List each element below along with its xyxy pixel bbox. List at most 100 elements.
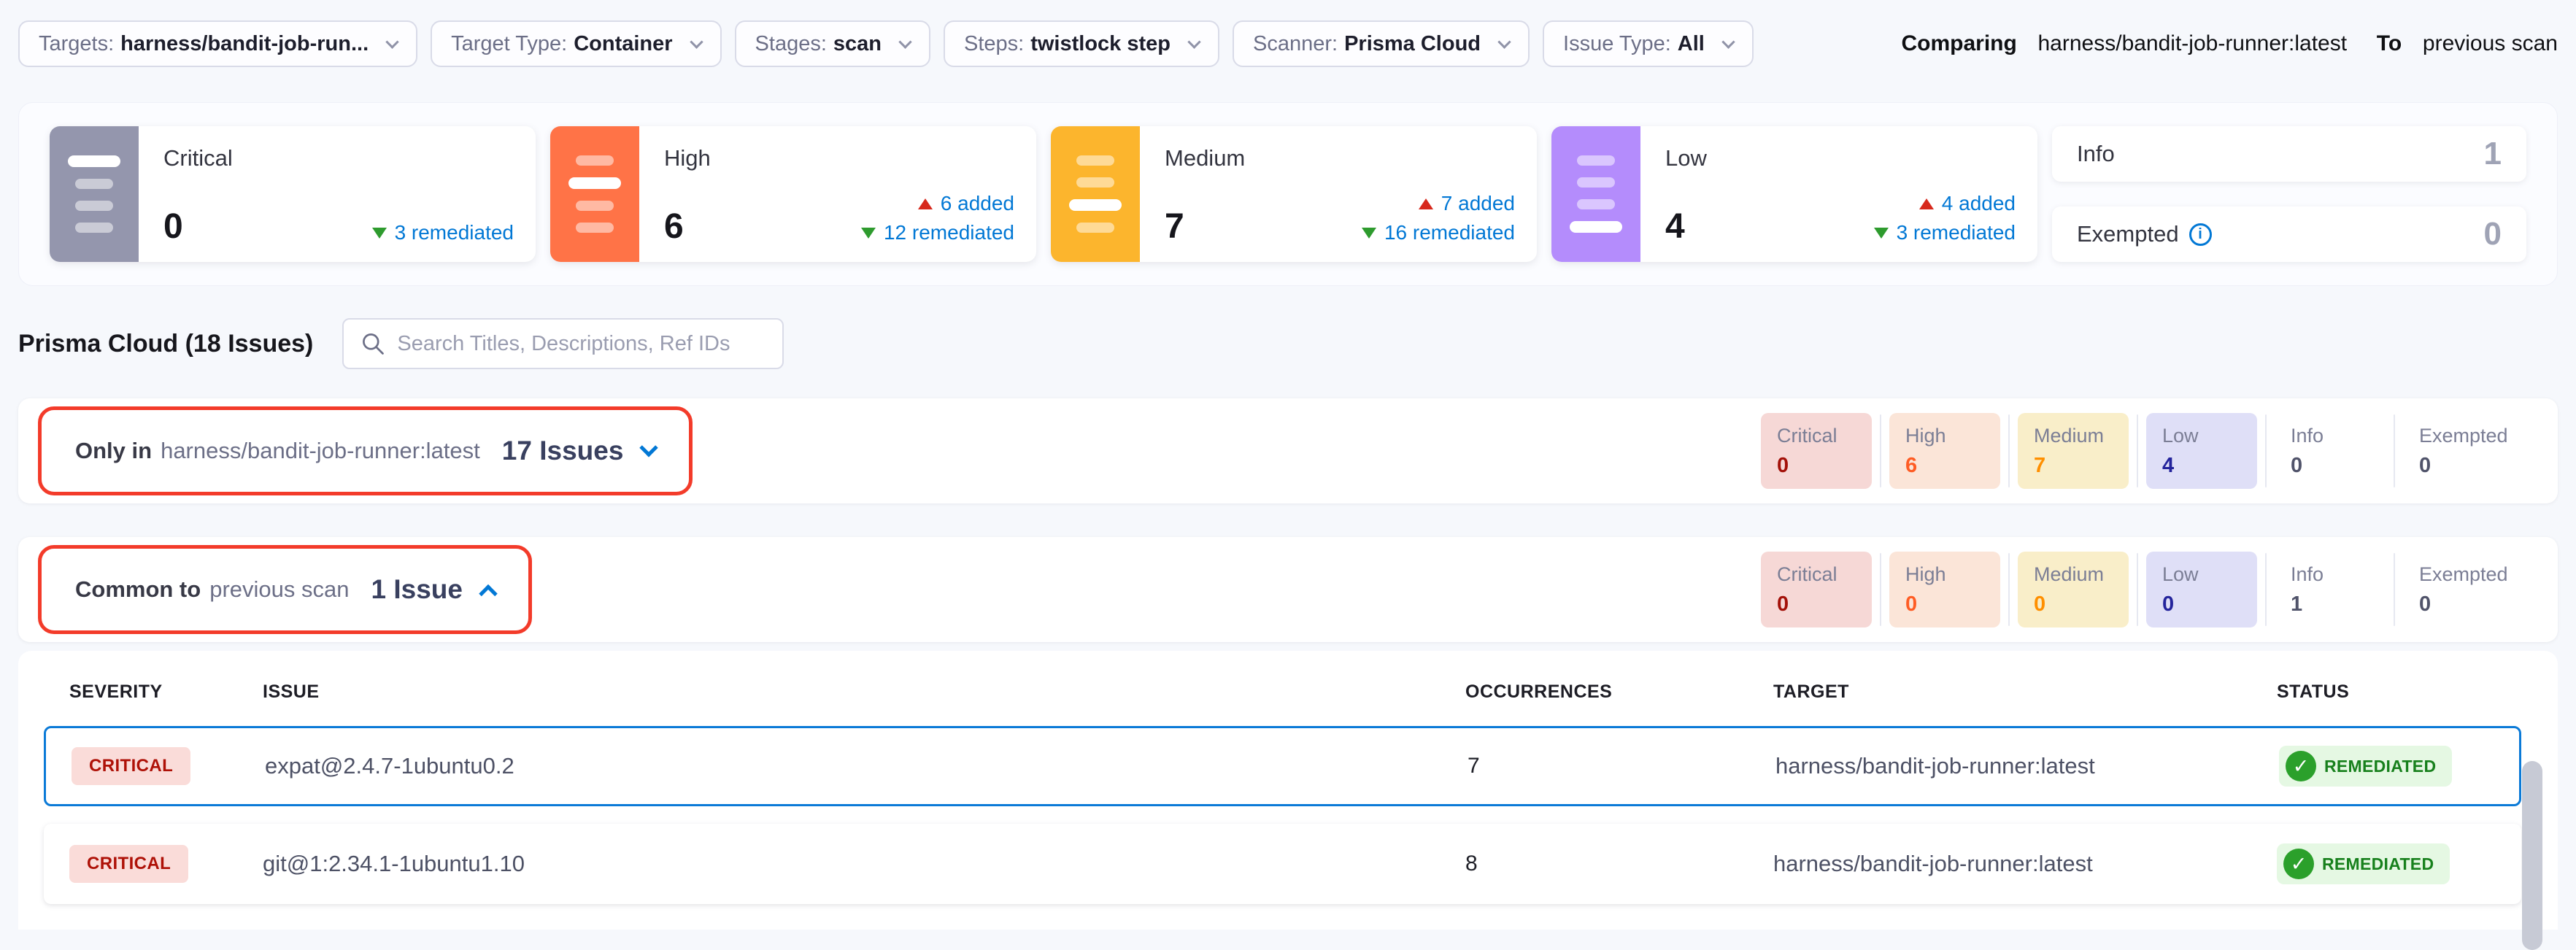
filter-label: Targets:	[39, 32, 114, 56]
col-occurrences: OCCURRENCES	[1465, 681, 1773, 703]
severity-bar	[75, 223, 113, 233]
comparing-summary: Comparing harness/bandit-job-runner:late…	[1901, 31, 2558, 56]
filter-target-type[interactable]: Target Type: Container	[431, 20, 721, 67]
divider	[2008, 553, 2010, 626]
info-exempted-column: Info 1 Exempted 0	[2052, 126, 2526, 262]
pill-low[interactable]: Low 0	[2146, 552, 2257, 627]
check-icon	[2283, 849, 2314, 879]
divider	[2008, 414, 2010, 487]
remediated-link[interactable]: 3 remediated	[372, 221, 514, 244]
severity-bar	[75, 201, 113, 211]
filter-targets[interactable]: Targets: harness/bandit-job-run...	[18, 20, 417, 67]
status-badge: REMEDIATED	[2279, 746, 2452, 787]
target-name: harness/bandit-job-runner:latest	[1773, 851, 2277, 877]
info-label: Info	[2077, 141, 2115, 167]
added-link[interactable]: 6 added	[918, 192, 1014, 215]
filter-label: Issue Type:	[1563, 32, 1671, 56]
divider	[2265, 553, 2267, 626]
severity-label: Medium	[1165, 145, 1515, 171]
exempted-label: Exempted	[2077, 221, 2179, 247]
filter-value: harness/bandit-job-run...	[120, 32, 369, 56]
vertical-scrollbar[interactable]	[2522, 761, 2542, 950]
filter-value: scan	[833, 32, 882, 56]
group-issue-count: 1 Issue	[371, 574, 462, 605]
severity-bar	[68, 155, 120, 167]
severity-bar	[1577, 177, 1615, 188]
added-link[interactable]: 7 added	[1419, 192, 1515, 215]
pill-high[interactable]: High 0	[1889, 552, 2000, 627]
severity-count: 0	[163, 209, 183, 244]
filter-chips: Targets: harness/bandit-job-run... Targe…	[18, 20, 1754, 67]
group-toggle-common-to[interactable]: Common to previous scan 1 Issue	[38, 545, 532, 634]
arrow-down-icon	[1362, 228, 1376, 239]
occurrences-count: 7	[1468, 754, 1775, 779]
added-link[interactable]: 4 added	[1919, 192, 2016, 215]
pill-exempted[interactable]: Exempted 0	[2403, 413, 2514, 489]
severity-label: Critical	[163, 145, 514, 171]
divider	[1880, 553, 1881, 626]
divider	[2137, 553, 2138, 626]
col-status: STATUS	[2277, 681, 2558, 703]
filter-stages[interactable]: Stages: scan	[735, 20, 930, 67]
group-prefix: Common to	[75, 576, 201, 603]
info-tooltip-icon[interactable]	[2189, 223, 2212, 246]
issue-name: expat@2.4.7-1ubuntu0.2	[265, 753, 1468, 779]
table-row[interactable]: CRITICAL git@1:2.34.1-1ubuntu1.10 8 harn…	[44, 824, 2521, 904]
table-header: SEVERITY ISSUE OCCURRENCES TARGET STATUS	[18, 651, 2558, 726]
chevron-down-icon	[1187, 35, 1200, 48]
remediated-link[interactable]: 16 remediated	[1362, 221, 1515, 244]
col-target: TARGET	[1773, 681, 2277, 703]
remediated-link[interactable]: 3 remediated	[1874, 221, 2016, 244]
comparing-label: Comparing	[1901, 31, 2016, 55]
pill-medium[interactable]: Medium 0	[2018, 552, 2129, 627]
pill-medium[interactable]: Medium 7	[2018, 413, 2129, 489]
table-row[interactable]: CRITICAL expat@2.4.7-1ubuntu0.2 7 harnes…	[44, 726, 2521, 806]
comparing-baseline: previous scan	[2423, 31, 2558, 55]
occurrences-count: 8	[1465, 851, 1773, 876]
status-badge: REMEDIATED	[2277, 843, 2450, 884]
filter-steps[interactable]: Steps: twistlock step	[944, 20, 1219, 67]
pill-low[interactable]: Low 4	[2146, 413, 2257, 489]
filter-scanner[interactable]: Scanner: Prisma Cloud	[1233, 20, 1530, 67]
arrow-down-icon	[372, 228, 387, 239]
pill-info[interactable]: Info 0	[2275, 413, 2386, 489]
col-issue: ISSUE	[263, 681, 1465, 703]
exempted-card: Exempted 0	[2052, 206, 2526, 262]
filter-issue-type[interactable]: Issue Type: All	[1543, 20, 1754, 67]
pill-critical[interactable]: Critical 0	[1761, 413, 1872, 489]
severity-card-critical: Critical 0 3 remediated	[50, 126, 536, 262]
remediated-link[interactable]: 12 remediated	[861, 221, 1014, 244]
info-count: 1	[2484, 136, 2502, 172]
search-input[interactable]	[397, 332, 766, 356]
group-scope: previous scan	[209, 576, 349, 603]
severity-count: 6	[664, 209, 684, 244]
chevron-down-icon	[1497, 35, 1511, 48]
severity-summary-panel: Critical 0 3 remediated High 6	[18, 102, 2558, 286]
pill-high[interactable]: High 6	[1889, 413, 2000, 489]
filter-bar: Targets: harness/bandit-job-run... Targe…	[18, 20, 2558, 67]
arrow-up-icon	[918, 198, 933, 209]
severity-label: Low	[1665, 145, 2016, 171]
arrow-down-icon	[861, 228, 876, 239]
search-box	[342, 318, 784, 369]
group-toggle-only-in[interactable]: Only in harness/bandit-job-runner:latest…	[38, 406, 693, 495]
pill-critical[interactable]: Critical 0	[1761, 552, 1872, 627]
arrow-up-icon	[1919, 198, 1934, 209]
divider	[2394, 553, 2395, 626]
exempted-count: 0	[2484, 216, 2502, 252]
group-scope: harness/bandit-job-runner:latest	[161, 438, 480, 464]
medium-severity-icon	[1051, 126, 1140, 262]
pill-exempted[interactable]: Exempted 0	[2403, 552, 2514, 627]
critical-severity-icon	[50, 126, 139, 262]
severity-bar	[1570, 221, 1622, 233]
severity-pill-row: Critical 0 High 0 Medium 0 Low 0 Info 1 …	[1761, 552, 2514, 627]
filter-value: twistlock step	[1030, 32, 1171, 56]
pill-info[interactable]: Info 1	[2275, 552, 2386, 627]
chevron-down-icon	[898, 35, 911, 48]
chevron-up-icon	[479, 584, 497, 603]
comparing-target: harness/bandit-job-runner:latest	[2038, 31, 2348, 55]
severity-bar	[568, 177, 621, 189]
severity-card-medium: Medium 7 7 added 16 remediated	[1051, 126, 1537, 262]
arrow-up-icon	[1419, 198, 1433, 209]
group-only-in: Only in harness/bandit-job-runner:latest…	[18, 398, 2558, 503]
